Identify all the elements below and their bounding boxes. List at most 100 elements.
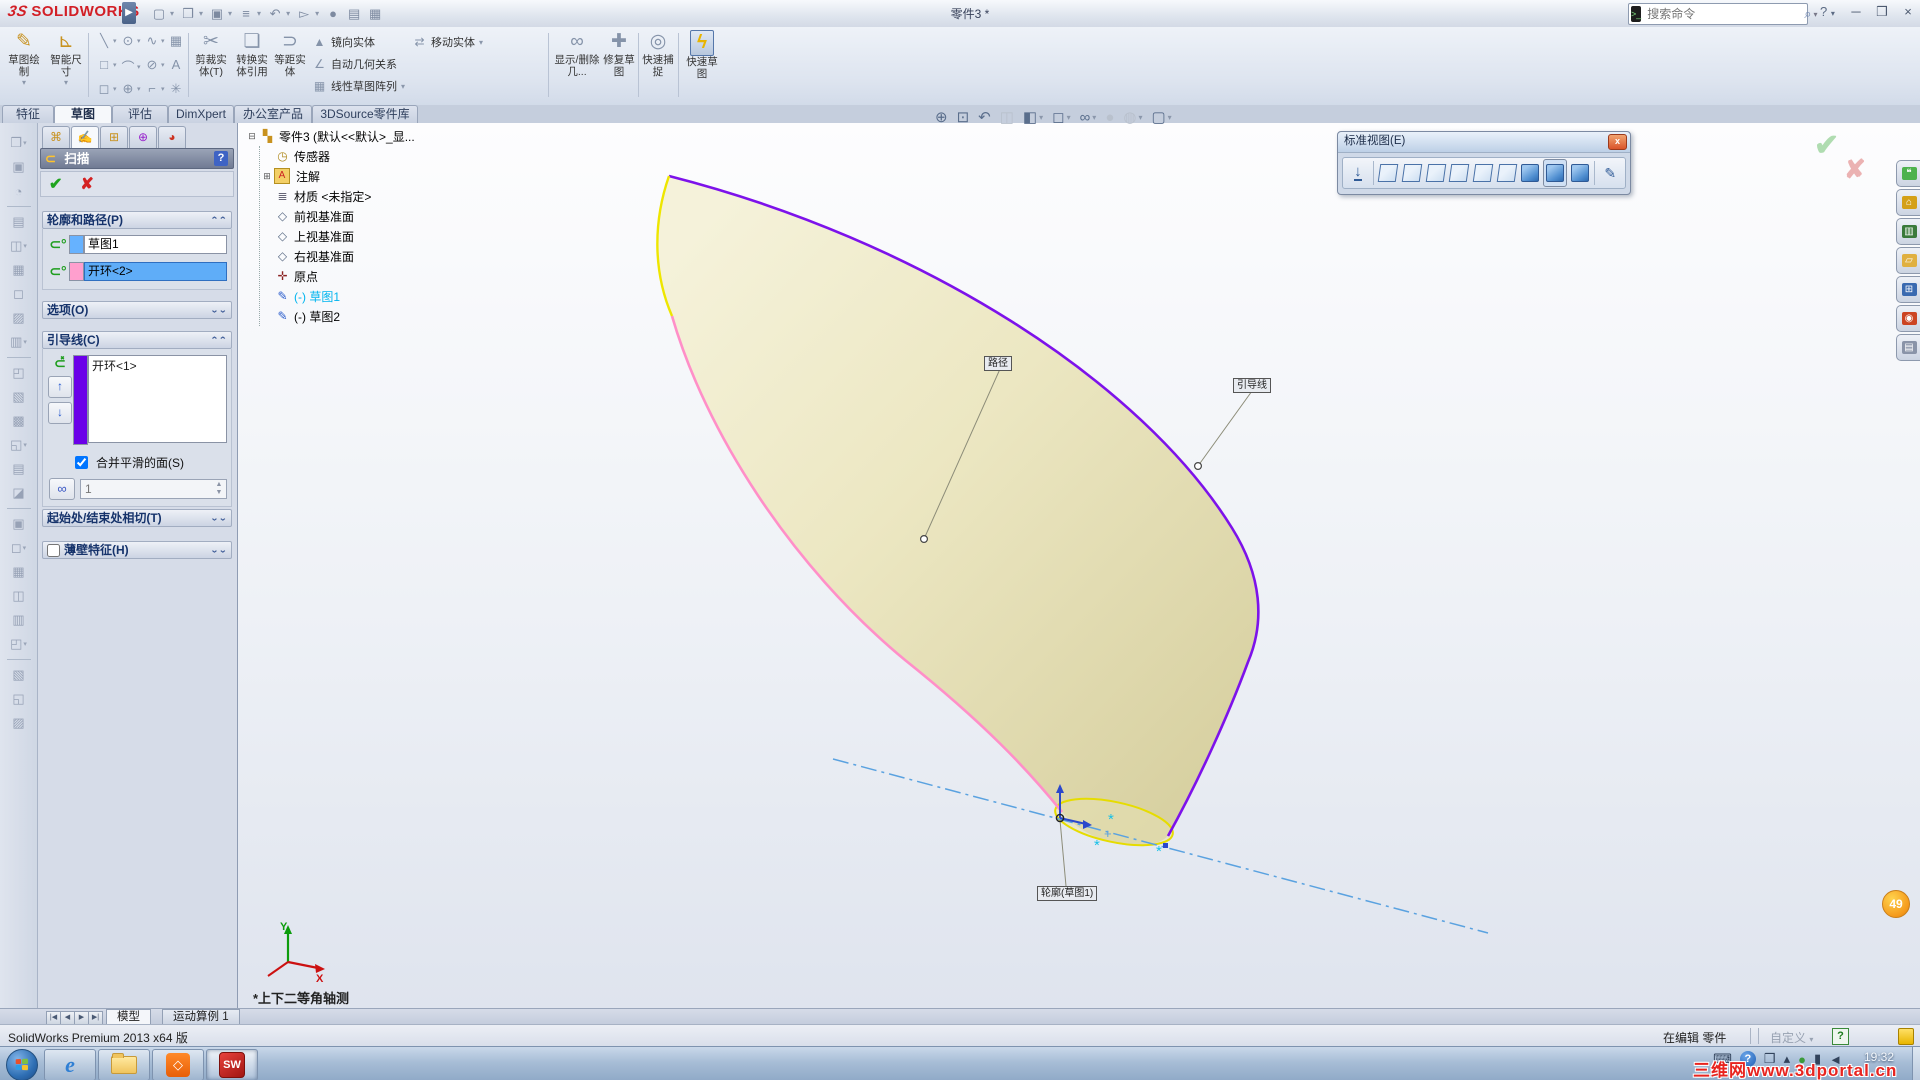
dropdown-icon[interactable]: ▾ xyxy=(257,9,261,18)
ok-button[interactable]: ✔ xyxy=(49,174,62,194)
left-toolbar-icon[interactable]: ▧ xyxy=(4,663,34,687)
bottom-view-button[interactable] xyxy=(1496,160,1518,186)
taskbar-solidworks-button[interactable]: SW xyxy=(206,1049,258,1080)
taskbar-explorer-button[interactable] xyxy=(98,1049,150,1080)
new-icon[interactable]: ▢ xyxy=(150,5,168,23)
help-menu[interactable]: ? ▾ xyxy=(1820,4,1835,19)
linear-pattern-item[interactable]: ▦线性草图阵列 ▾ xyxy=(312,77,405,95)
thin-feature-checkbox[interactable] xyxy=(47,543,60,558)
sketch-entity-icon[interactable]: ⌐▾ xyxy=(144,81,165,96)
task-pane-view-palette-icon[interactable]: ⊞ xyxy=(1896,276,1920,303)
left-toolbar-icon[interactable]: ◱▾ xyxy=(4,433,34,457)
tab-display-manager[interactable]: ◕ xyxy=(158,126,186,148)
left-toolbar-icon[interactable]: ◰▾ xyxy=(4,632,34,656)
view-orientation-icon[interactable]: ◧▾ xyxy=(1023,108,1043,126)
task-pane-file-explorer-icon[interactable]: ▱ xyxy=(1896,247,1920,274)
cancel-button[interactable]: ✘ xyxy=(80,174,93,194)
path-row[interactable]: ⊂° 开环<2> xyxy=(47,262,227,281)
customize-menu[interactable]: 自定义 ▾ xyxy=(1770,1029,1813,1046)
left-toolbar-icon[interactable]: ▨ xyxy=(4,711,34,735)
move-entities-item[interactable]: ⇄移动实体 ▾ xyxy=(412,33,483,51)
toolbar-title[interactable]: 标准视图(E) x xyxy=(1338,132,1630,153)
convert-entities-button[interactable]: ❏ 转换实体引用 xyxy=(232,30,272,78)
left-toolbar-icon[interactable]: ▣ xyxy=(4,155,34,179)
guide-curves-list[interactable]: 开环<1> xyxy=(88,355,227,443)
search-input[interactable] xyxy=(1645,6,1804,22)
tab-property-manager[interactable]: ✍ xyxy=(71,126,99,148)
tab-office-products[interactable]: 办公室产品 xyxy=(234,105,312,123)
sketch-entity-icon[interactable]: ▦ xyxy=(168,33,184,49)
expand-icon[interactable]: ⊞ xyxy=(260,171,274,182)
help-icon[interactable]: ? xyxy=(214,151,228,166)
sketch-entity-icon[interactable]: ◻▾ xyxy=(96,81,117,97)
tag-icon[interactable] xyxy=(1898,1028,1914,1045)
undo-icon[interactable]: ↶ xyxy=(266,5,284,23)
left-toolbar-icon[interactable]: ◰ xyxy=(4,361,34,385)
left-toolbar-icon[interactable]: ▤ xyxy=(4,210,34,234)
start-button[interactable] xyxy=(6,1049,38,1080)
scene-icon[interactable]: ▢▾ xyxy=(1151,108,1171,126)
merge-faces-row[interactable]: 合并平滑的面(S) xyxy=(71,453,227,472)
isometric-view-button[interactable] xyxy=(1520,160,1542,186)
dropdown-icon[interactable]: ▾ xyxy=(315,9,319,18)
left-toolbar-icon[interactable]: ◪ xyxy=(4,481,34,505)
dimetric-view-button[interactable] xyxy=(1543,159,1567,187)
dropdown-icon[interactable]: ▾ xyxy=(170,9,174,18)
tree-item-origin[interactable]: ✛原点 xyxy=(260,266,445,286)
confirmation-cancel-icon[interactable]: ✘ xyxy=(1844,154,1866,185)
tab-dimxpert-manager[interactable]: ⊕ xyxy=(129,126,157,148)
hide-show-items-icon[interactable]: ∞▾ xyxy=(1080,109,1097,126)
sketch-entity-icon[interactable]: A xyxy=(168,57,184,72)
file-properties-icon[interactable]: ▤ xyxy=(345,5,363,23)
confirmation-ok-icon[interactable]: ✔ xyxy=(1814,128,1839,163)
select-icon[interactable]: ▻ xyxy=(295,5,313,23)
sketch-entity-icon[interactable]: ⌒▾ xyxy=(120,57,141,76)
print-icon[interactable]: ≡ xyxy=(237,5,255,23)
view-selector-button[interactable]: ✎ xyxy=(1599,160,1621,186)
zoom-fit-icon[interactable]: ⊕ xyxy=(935,108,948,126)
left-toolbar-icon[interactable]: ▥ xyxy=(4,608,34,632)
tree-item-sensors[interactable]: ◷传感器 xyxy=(260,146,445,166)
taskbar-ie-button[interactable]: e xyxy=(44,1049,96,1080)
merge-faces-checkbox[interactable] xyxy=(75,456,88,469)
dropdown-icon[interactable]: ▾ xyxy=(199,9,203,18)
tree-item-front-plane[interactable]: ◇前视基准面 xyxy=(260,206,445,226)
tab-feature-manager[interactable]: ⌘ xyxy=(42,126,70,148)
restore-button[interactable]: ❒ xyxy=(1874,4,1890,20)
sketch-entity-icon[interactable]: □▾ xyxy=(96,57,117,72)
group-header[interactable]: 起始处/结束处相切(T)⌄⌄ xyxy=(42,509,232,527)
shadow-icon[interactable]: ● xyxy=(1105,109,1114,126)
offset-entities-button[interactable]: ⊃ 等距实体 xyxy=(274,30,306,78)
tree-item-right-plane[interactable]: ◇右视基准面 xyxy=(260,246,445,266)
callout-profile[interactable]: 轮廓(草图1) xyxy=(1037,886,1097,901)
previous-view-icon[interactable]: ↶ xyxy=(978,108,991,126)
close-button[interactable]: × xyxy=(1900,4,1916,20)
search-box[interactable]: >_ ⌕ ▾ xyxy=(1628,3,1808,25)
trimetric-view-button[interactable] xyxy=(1569,160,1591,186)
graphics-area[interactable] xyxy=(238,123,1920,1008)
search-dropdown-icon[interactable]: ▾ xyxy=(1814,10,1818,19)
save-icon[interactable]: ▣ xyxy=(208,5,226,23)
group-header[interactable]: 薄壁特征(H)⌄⌄ xyxy=(42,541,232,559)
left-toolbar-icon[interactable]: ◫ xyxy=(4,584,34,608)
trim-entities-button[interactable]: ✂ 剪裁实体(T) xyxy=(192,30,230,78)
section-count-input[interactable] xyxy=(81,481,212,497)
left-toolbar-icon[interactable]: ◻▾ xyxy=(4,536,34,560)
group-header[interactable]: 引导线(C)⌃⌃ xyxy=(42,331,232,349)
appearances-icon[interactable]: ◍▾ xyxy=(1123,108,1142,126)
group-header[interactable]: 轮廓和路径(P)⌃⌃ xyxy=(42,211,232,229)
dropdown-icon[interactable]: ▾ xyxy=(228,9,232,18)
display-delete-relations-button[interactable]: ∞ 显示/删除几... xyxy=(554,30,600,78)
left-toolbar-icon[interactable]: ▥▾ xyxy=(4,330,34,354)
task-pane-design-library-icon[interactable]: ▥ xyxy=(1896,218,1920,245)
section-view-icon[interactable]: ◫ xyxy=(1000,108,1014,126)
left-toolbar-icon[interactable]: ▨ xyxy=(4,306,34,330)
quick-snap-button[interactable]: ◎ 快速捕捉 xyxy=(642,30,674,78)
profile-row[interactable]: ⊂° 草图1 xyxy=(47,235,227,254)
show-desktop-button[interactable] xyxy=(1912,1047,1920,1080)
sketch-entity-icon[interactable]: ╲▾ xyxy=(96,33,117,49)
display-style-icon[interactable]: ◻▾ xyxy=(1052,108,1070,126)
tree-item-material[interactable]: ≣材质 <未指定> xyxy=(260,186,445,206)
menu-expand-chevron[interactable]: ▶ xyxy=(122,2,136,24)
show-sections-icon[interactable]: ∞ xyxy=(49,478,75,500)
